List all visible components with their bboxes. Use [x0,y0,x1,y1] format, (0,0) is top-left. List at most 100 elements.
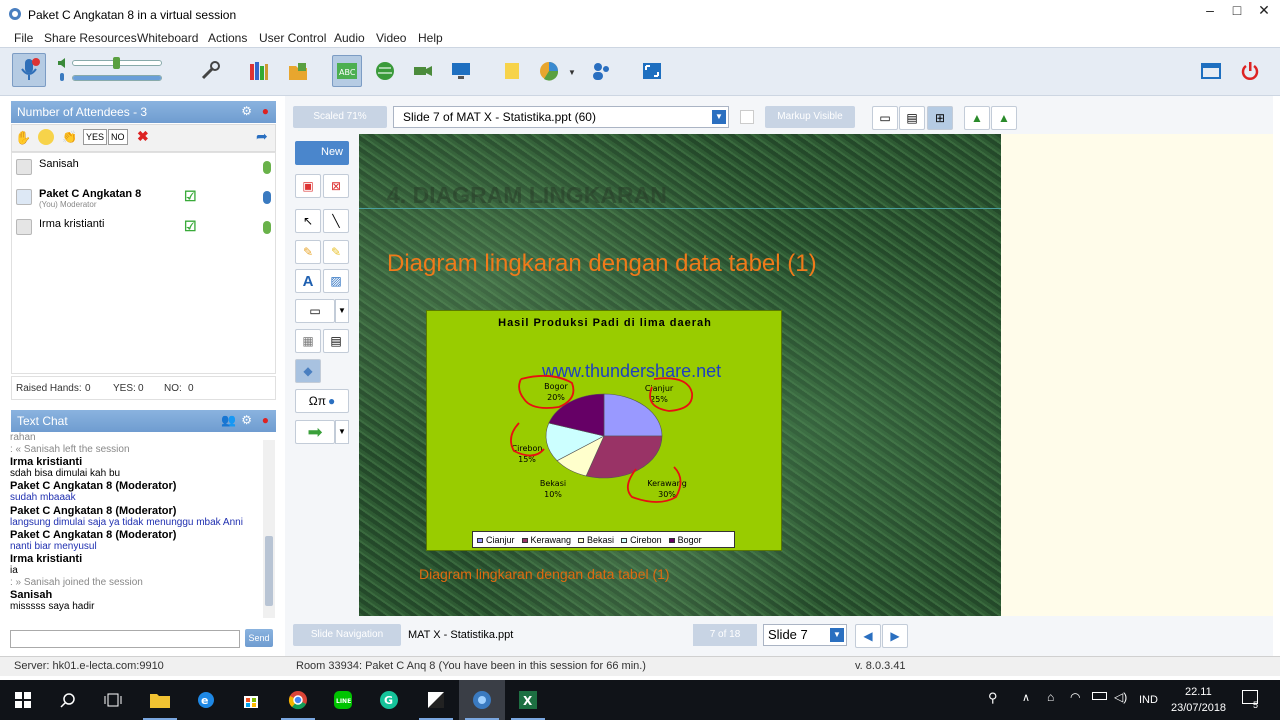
image-export-icon[interactable]: ▲ [991,106,1017,130]
send-button[interactable]: Send [245,629,273,647]
tray-chevron-up-icon[interactable]: ∧ [1022,691,1030,704]
notes-icon[interactable] [497,55,527,87]
poll-chart-icon[interactable] [534,55,564,87]
attendee-mic-icon[interactable] [263,161,271,174]
share-arrow-icon[interactable]: ➦ [256,128,268,145]
menu-audio[interactable]: Audio [334,31,365,45]
slide-number-select[interactable]: Slide 7 ▼ [763,624,847,646]
yes-button[interactable]: YES [83,129,108,145]
wifi-icon[interactable]: ◠ [1070,690,1080,704]
eraser-icon[interactable]: ◆ [295,359,321,383]
windows-start-icon[interactable] [0,680,46,720]
clear-feedback-icon[interactable]: ✖ [137,128,149,145]
menu-user-control[interactable]: User Control [259,31,326,45]
menu-file[interactable]: File [14,31,33,45]
image-upload-icon[interactable]: ▲ [964,106,990,130]
menu-video[interactable]: Video [376,31,406,45]
battery-icon[interactable] [1092,692,1107,700]
scaled-button[interactable]: Scaled 71% [293,106,387,128]
next-slide-icon[interactable]: ▶ [882,624,908,648]
attendee-pin-icon[interactable]: ● [262,104,269,118]
attendee-name[interactable]: Irma kristianti [39,218,104,230]
chat-settings-icon[interactable]: ⚙ [241,413,252,427]
menu-actions[interactable]: Actions [208,31,247,45]
virtual-classroom-app-icon[interactable] [459,680,505,720]
delete-page-icon[interactable]: ▣ [295,174,321,198]
symbols-button[interactable]: Ωπ ● [295,389,349,413]
chat-input[interactable] [10,630,240,648]
search-icon[interactable] [45,680,91,720]
grammarly-icon[interactable]: G [366,680,412,720]
slide-navigation-button[interactable]: Slide Navigation [293,624,401,646]
chrome-icon[interactable] [275,680,321,720]
close-button[interactable]: ✕ [1249,0,1279,22]
language-indicator[interactable]: IND [1139,694,1158,706]
attendee-check-icon[interactable]: ☑ [184,188,197,205]
poll-dropdown-icon[interactable]: ▼ [568,68,576,77]
new-page-button[interactable]: New [295,141,349,165]
attendee-name[interactable]: Paket C Angkatan 8 [39,188,141,200]
sticky-app-icon[interactable] [413,680,459,720]
markup-checkbox[interactable] [740,110,754,124]
shape-dropdown-icon[interactable]: ▼ [335,299,349,323]
slide-canvas[interactable]: 4. DIAGRAM LINGKARAN Diagram lingkaran d… [359,134,1001,616]
no-button[interactable]: NO [108,129,128,145]
menu-share-resources[interactable]: Share Resources [44,31,137,45]
web-globe-icon[interactable] [370,55,400,87]
maximize-button[interactable]: □ [1222,0,1252,22]
page-view-icon[interactable]: ▭ [872,106,898,130]
edge-browser-icon[interactable]: e [183,680,229,720]
power-exit-icon[interactable] [1235,55,1265,87]
layout-window-icon[interactable] [1196,55,1226,87]
prev-slide-icon[interactable]: ◀ [855,624,881,648]
right-scrollbar[interactable] [1273,96,1280,656]
attendee-settings-icon[interactable]: ⚙ [241,104,252,118]
markup-visible-button[interactable]: Markup Visible [765,106,855,128]
users-group-icon[interactable] [586,55,616,87]
fit-page-icon[interactable]: ⊞ [927,106,953,130]
highlighter-icon[interactable]: ✎ [323,240,349,264]
chevron-down-icon[interactable]: ▼ [830,628,844,642]
file-explorer-icon[interactable] [137,680,183,720]
store-icon[interactable] [228,680,274,720]
attendee-mic-icon[interactable] [263,221,271,234]
applause-icon[interactable]: 👏 [62,130,77,144]
chevron-down-icon[interactable]: ▼ [712,110,726,124]
task-view-icon[interactable] [90,680,136,720]
whiteboard-abc-icon[interactable]: ABC [332,55,362,87]
desktop-share-icon[interactable] [446,55,476,87]
settings-tools-icon[interactable] [195,55,225,87]
line-icon[interactable]: ╲ [323,209,349,233]
chat-users-icon[interactable]: 👥 [221,413,236,427]
clear-page-icon[interactable]: ⊠ [323,174,349,198]
folder-icon[interactable] [283,55,313,87]
books-icon[interactable] [244,55,274,87]
microphone-button[interactable] [12,53,46,87]
chat-pin-icon[interactable]: ● [262,413,269,427]
video-camera-icon[interactable] [408,55,438,87]
attendee-name[interactable]: Sanisah [39,158,79,170]
grid-icon[interactable]: ▦ [295,329,321,353]
menu-whiteboard[interactable]: Whiteboard [137,31,198,45]
line-app-icon[interactable]: LINE [320,680,366,720]
arrow-dropdown-icon[interactable]: ▼ [335,420,349,444]
raise-hand-icon[interactable]: ✋ [15,130,31,146]
fullscreen-icon[interactable] [637,55,667,87]
network-icon[interactable]: ⌂ [1047,690,1054,704]
clock-date[interactable]: 23/07/2018 [1171,702,1226,714]
image-tool-icon[interactable]: ▨ [323,269,349,293]
text-tool-icon[interactable]: A [295,269,321,293]
speaker-volume-slider[interactable] [72,57,162,69]
people-icon[interactable]: ⚲ [988,690,998,706]
pointer-icon[interactable]: ↖ [295,209,321,233]
menu-help[interactable]: Help [418,31,443,45]
clock-time[interactable]: 22.11 [1185,686,1212,698]
table-icon[interactable]: ▤ [323,329,349,353]
shape-rectangle-icon[interactable]: ▭ [295,299,335,323]
minimize-button[interactable]: – [1195,0,1225,22]
attendee-mic-icon[interactable] [263,191,271,204]
excel-icon[interactable]: X [505,680,551,720]
smile-icon[interactable] [38,129,54,145]
attendee-check-icon[interactable]: ☑ [184,218,197,235]
volume-icon[interactable]: ◁) [1114,690,1127,704]
